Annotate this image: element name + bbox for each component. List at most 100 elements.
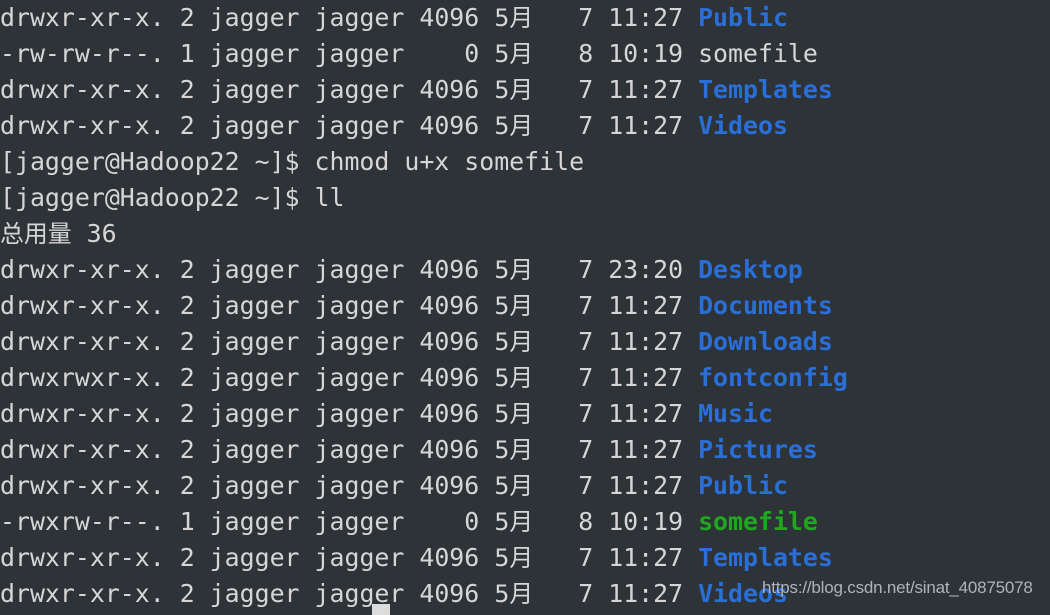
file-month: 5月 — [494, 112, 534, 140]
file-owner: jagger — [209, 327, 315, 356]
file-permissions: -rwxrw-r--. — [0, 507, 180, 536]
file-time: 11:27 — [608, 471, 699, 500]
file-group: jagger — [314, 111, 420, 140]
file-permissions: drwxr-xr-x. — [0, 579, 180, 608]
total-label: 总用量 — [0, 220, 72, 248]
file-group: jagger — [314, 435, 420, 464]
file-month: 5月 — [494, 436, 534, 464]
file-day: 7 — [533, 363, 609, 392]
file-month: 5月 — [494, 292, 534, 320]
file-permissions: drwxr-xr-x. — [0, 111, 180, 140]
file-day: 7 — [533, 111, 609, 140]
file-day: 8 — [533, 39, 609, 68]
file-name: somefile — [698, 507, 818, 536]
file-month: 5月 — [494, 4, 534, 32]
link-count: 2 — [179, 327, 210, 356]
file-name: Videos — [698, 111, 788, 140]
terminal-cursor — [372, 604, 390, 615]
file-time: 11:27 — [608, 363, 699, 392]
listing-row: drwxr-xr-x. 2 jagger jagger 4096 5月 7 11… — [0, 0, 1050, 36]
file-owner: jagger — [209, 507, 315, 536]
file-group: jagger — [314, 3, 420, 32]
file-size: 4096 — [419, 471, 495, 500]
file-name: fontconfig — [698, 363, 848, 392]
file-size: 4096 — [419, 291, 495, 320]
file-owner: jagger — [209, 471, 315, 500]
file-day: 7 — [533, 327, 609, 356]
file-group: jagger — [314, 291, 420, 320]
file-month: 5月 — [494, 364, 534, 392]
file-month: 5月 — [494, 580, 534, 608]
file-owner: jagger — [209, 399, 315, 428]
listing-row: drwxr-xr-x. 2 jagger jagger 4096 5月 7 11… — [0, 468, 1050, 504]
link-count: 2 — [179, 543, 210, 572]
shell-command: ll — [314, 183, 345, 212]
file-owner: jagger — [209, 75, 315, 104]
file-month: 5月 — [494, 472, 534, 500]
file-day: 7 — [533, 3, 609, 32]
file-time: 11:27 — [608, 435, 699, 464]
file-group: jagger — [314, 255, 420, 284]
command-row: [jagger@Hadoop22 ~]$ ll — [0, 180, 1050, 216]
file-group: jagger — [314, 39, 420, 68]
file-size: 4096 — [419, 435, 495, 464]
listing-row: drwxr-xr-x. 2 jagger jagger 4096 5月 7 11… — [0, 540, 1050, 576]
link-count: 1 — [179, 39, 210, 68]
file-size: 4096 — [419, 111, 495, 140]
file-month: 5月 — [494, 76, 534, 104]
file-name: Public — [698, 471, 788, 500]
file-size: 0 — [419, 507, 495, 536]
file-name: Templates — [698, 75, 833, 104]
file-name: Downloads — [698, 327, 833, 356]
terminal-screen[interactable]: drwxr-xr-x. 2 jagger jagger 4096 5月 7 11… — [0, 0, 1050, 614]
file-owner: jagger — [209, 111, 315, 140]
link-count: 2 — [179, 471, 210, 500]
file-month: 5月 — [494, 400, 534, 428]
file-owner: jagger — [209, 3, 315, 32]
file-day: 7 — [533, 471, 609, 500]
file-size: 4096 — [419, 3, 495, 32]
file-day: 7 — [533, 435, 609, 464]
file-month: 5月 — [494, 508, 534, 536]
file-permissions: -rw-rw-r--. — [0, 39, 180, 68]
file-group: jagger — [314, 471, 420, 500]
file-time: 11:27 — [608, 579, 699, 608]
file-time: 11:27 — [608, 3, 699, 32]
file-size: 4096 — [419, 399, 495, 428]
file-month: 5月 — [494, 328, 534, 356]
listing-row: -rw-rw-r--. 1 jagger jagger 0 5月 8 10:19… — [0, 36, 1050, 72]
file-permissions: drwxr-xr-x. — [0, 255, 180, 284]
file-time: 23:20 — [608, 255, 699, 284]
file-owner: jagger — [209, 543, 315, 572]
file-name: Public — [698, 3, 788, 32]
listing-row: drwxrwxr-x. 2 jagger jagger 4096 5月 7 11… — [0, 360, 1050, 396]
listing-row: -rwxrw-r--. 1 jagger jagger 0 5月 8 10:19… — [0, 504, 1050, 540]
file-permissions: drwxr-xr-x. — [0, 75, 180, 104]
file-time: 11:27 — [608, 543, 699, 572]
file-time: 11:27 — [608, 399, 699, 428]
file-day: 7 — [533, 255, 609, 284]
file-group: jagger — [314, 579, 420, 608]
file-time: 11:27 — [608, 75, 699, 104]
total-row: 总用量 36 — [0, 216, 1050, 252]
file-name: Documents — [698, 291, 833, 320]
file-group: jagger — [314, 543, 420, 572]
file-size: 0 — [419, 39, 495, 68]
link-count: 2 — [179, 435, 210, 464]
file-size: 4096 — [419, 255, 495, 284]
link-count: 2 — [179, 363, 210, 392]
file-name: Templates — [698, 543, 833, 572]
shell-command: chmod u+x somefile — [314, 147, 585, 176]
listing-row: drwxr-xr-x. 2 jagger jagger 4096 5月 7 11… — [0, 432, 1050, 468]
file-permissions: drwxr-xr-x. — [0, 543, 180, 572]
file-day: 7 — [533, 291, 609, 320]
file-size: 4096 — [419, 363, 495, 392]
file-time: 11:27 — [608, 111, 699, 140]
file-name: Pictures — [698, 435, 818, 464]
file-size: 4096 — [419, 543, 495, 572]
file-owner: jagger — [209, 39, 315, 68]
file-name: somefile — [698, 39, 818, 68]
file-permissions: drwxrwxr-x. — [0, 363, 180, 392]
file-time: 11:27 — [608, 291, 699, 320]
file-day: 7 — [533, 543, 609, 572]
